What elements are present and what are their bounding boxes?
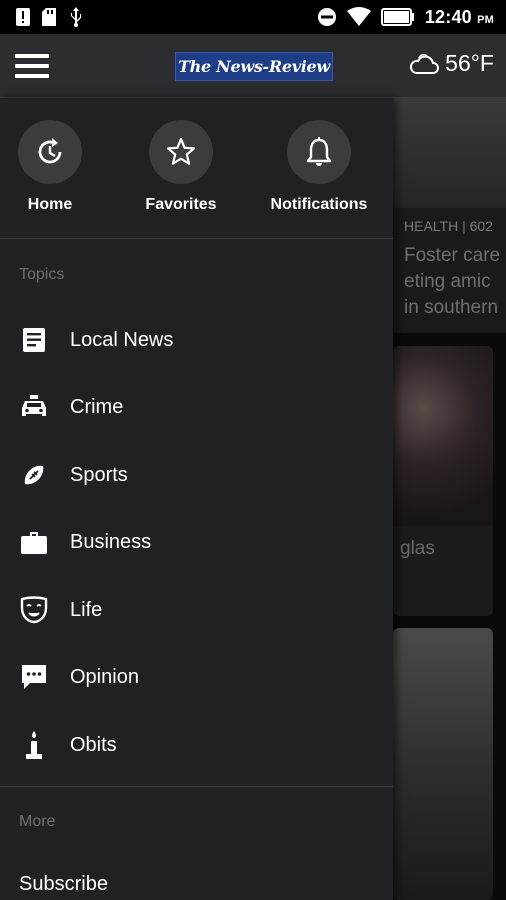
topic-label: Business — [70, 530, 152, 553]
football-icon — [19, 460, 49, 490]
topic-item-obits[interactable]: Obits — [0, 717, 393, 773]
theater-mask-icon — [19, 595, 49, 625]
news-card-image[interactable] — [393, 628, 493, 900]
topic-item-business[interactable]: Business — [0, 514, 393, 570]
news-card-category: HEALTH | 602 — [404, 218, 493, 234]
status-bar: 12:40 PM — [0, 0, 506, 34]
topic-label: Sports — [70, 463, 128, 486]
favorites-label: Favorites — [145, 196, 217, 213]
home-button[interactable]: Home — [18, 120, 82, 214]
sd-card-icon — [42, 8, 56, 26]
navigation-drawer: Home Favorites Notifications Topics Loca… — [0, 98, 393, 900]
favorites-button[interactable]: Favorites — [130, 120, 232, 214]
section-divider — [0, 786, 393, 787]
topic-label: Crime — [70, 395, 124, 418]
notifications-button[interactable]: Notifications — [263, 120, 375, 214]
battery-icon — [380, 8, 415, 26]
topic-item-sports[interactable]: Sports — [0, 447, 393, 503]
topic-label: Local News — [70, 328, 174, 351]
topic-label: Opinion — [70, 665, 139, 688]
notifications-label: Notifications — [270, 196, 368, 213]
subscribe-link[interactable]: Subscribe — [19, 873, 108, 896]
news-feed-background: HEALTH | 602 Foster care eting amic in s… — [393, 98, 506, 900]
topic-label: Obits — [70, 733, 117, 756]
newspaper-logo[interactable]: The News-Review — [175, 52, 333, 81]
candle-icon — [19, 730, 49, 760]
police-car-icon — [19, 392, 49, 422]
article-icon — [19, 325, 49, 355]
news-card-headline: glas — [400, 538, 435, 559]
news-card-headline: Foster care eting amic in southern — [404, 245, 501, 318]
app-bar: The News-Review 56°F — [0, 34, 506, 98]
wifi-icon — [346, 7, 371, 27]
news-card-image — [393, 98, 506, 208]
news-card-image — [393, 346, 493, 526]
home-label: Home — [27, 196, 73, 213]
topics-section-header: Topics — [19, 266, 65, 283]
briefcase-icon — [19, 527, 49, 557]
news-card[interactable]: HEALTH | 602 Foster care eting amic in s… — [393, 98, 506, 333]
usb-icon — [68, 7, 84, 27]
star-icon — [149, 120, 213, 184]
do-not-disturb-icon — [317, 7, 337, 27]
bell-icon — [287, 120, 351, 184]
quick-links: Home Favorites Notifications — [0, 98, 393, 239]
topic-item-life[interactable]: Life — [0, 582, 393, 638]
topic-item-local-news[interactable]: Local News — [0, 312, 393, 368]
news-card[interactable]: glas — [393, 346, 493, 616]
topic-label: Life — [70, 598, 103, 621]
weather-temperature: 56°F — [445, 50, 494, 76]
home-refresh-icon — [18, 120, 82, 184]
menu-icon[interactable] — [0, 34, 64, 98]
more-section-header: More — [19, 813, 56, 830]
comment-icon — [19, 662, 49, 692]
cloud-icon — [409, 53, 440, 75]
topic-item-opinion[interactable]: Opinion — [0, 649, 393, 705]
weather-widget[interactable]: 56°F — [409, 50, 494, 77]
clock: 12:40 PM — [424, 6, 494, 27]
topic-item-crime[interactable]: Crime — [0, 379, 393, 435]
alert-icon — [16, 8, 30, 26]
